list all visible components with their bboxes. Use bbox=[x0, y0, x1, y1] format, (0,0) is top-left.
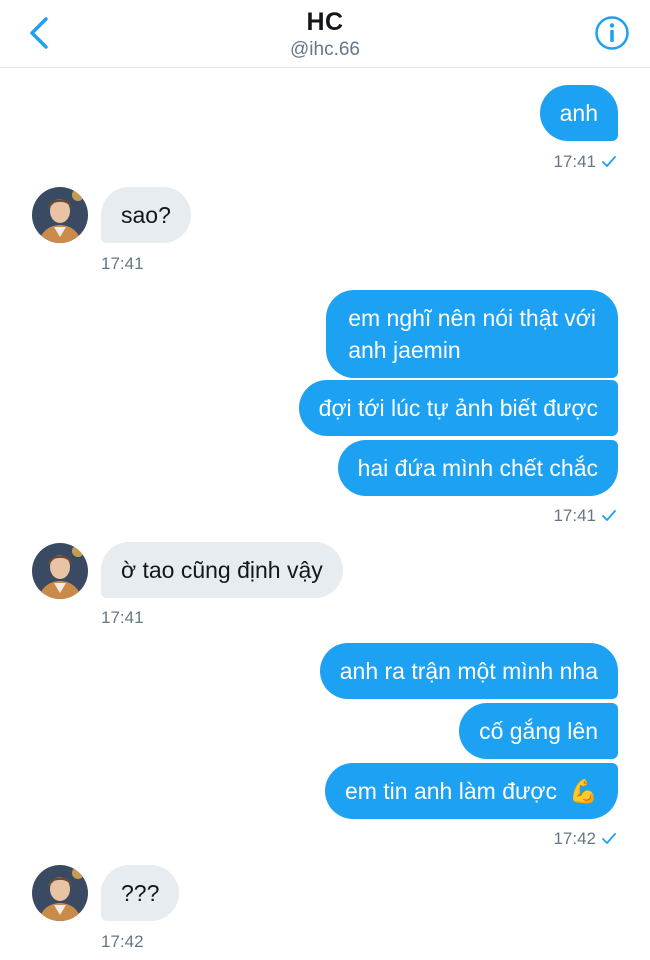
message-text-line: em nghĩ nên nói thật với bbox=[348, 305, 596, 331]
message-thread[interactable]: anh 17:41 sao? 17:41 em nghĩ nên nói thậ… bbox=[0, 68, 650, 960]
flexed-biceps-emoji: 💪 bbox=[569, 778, 598, 804]
info-button[interactable] bbox=[594, 15, 630, 51]
message-timestamp: 17:41 bbox=[553, 152, 616, 172]
checkmark-icon bbox=[602, 510, 616, 521]
sent-message[interactable]: anh ra trận một mình nha bbox=[319, 643, 618, 699]
timestamp-text: 17:41 bbox=[553, 506, 596, 525]
checkmark-icon bbox=[602, 156, 616, 167]
message-timestamp: 17:41 bbox=[101, 254, 144, 273]
message-text-line: anh jaemin bbox=[348, 337, 461, 363]
message-text: ờ tao cũng định vậy bbox=[121, 557, 323, 583]
avatar-image bbox=[32, 543, 88, 599]
received-message[interactable]: ??? bbox=[101, 865, 180, 921]
message-timestamp: 17:42 bbox=[553, 829, 616, 849]
timestamp-text: 17:41 bbox=[553, 152, 596, 171]
contact-handle: @ihc.66 bbox=[290, 39, 360, 60]
received-message[interactable]: ờ tao cũng định vậy bbox=[101, 542, 343, 598]
sent-message[interactable]: cố gắng lên bbox=[459, 703, 618, 759]
avatar-image bbox=[32, 865, 88, 921]
avatar-image bbox=[32, 187, 88, 243]
message-timestamp: 17:42 bbox=[101, 932, 144, 951]
message-text: anh ra trận một mình nha bbox=[339, 658, 598, 684]
message-text: hai đứa mình chết chắc bbox=[357, 455, 598, 481]
received-message[interactable]: sao? bbox=[101, 187, 191, 243]
avatar[interactable] bbox=[32, 543, 88, 599]
avatar[interactable] bbox=[32, 865, 88, 921]
message-text: đợi tới lúc tự ảnh biết được bbox=[318, 395, 598, 421]
message-text: ??? bbox=[121, 880, 160, 906]
timestamp-text: 17:42 bbox=[553, 829, 596, 848]
message-timestamp: 17:41 bbox=[553, 506, 616, 526]
message-text: cố gắng lên bbox=[479, 718, 598, 744]
sent-message[interactable]: anh bbox=[539, 85, 618, 141]
contact-name: HC bbox=[306, 8, 344, 36]
conversation-header: HC @ihc.66 bbox=[0, 0, 650, 68]
conversation-title-block[interactable]: HC @ihc.66 bbox=[0, 8, 650, 62]
message-text: sao? bbox=[121, 202, 171, 228]
sent-message[interactable]: em nghĩ nên nói thật với anh jaemin bbox=[326, 290, 618, 378]
sent-message[interactable]: đợi tới lúc tự ảnh biết được bbox=[298, 380, 618, 436]
message-timestamp: 17:41 bbox=[101, 608, 144, 627]
checkmark-icon bbox=[602, 833, 616, 844]
sent-message[interactable]: hai đứa mình chết chắc bbox=[337, 440, 618, 496]
message-text: em tin anh làm được bbox=[344, 778, 557, 804]
message-text: anh bbox=[559, 100, 598, 126]
sent-message[interactable]: em tin anh làm được 💪 bbox=[324, 763, 618, 819]
avatar[interactable] bbox=[32, 187, 88, 243]
info-circle-icon bbox=[595, 16, 629, 50]
